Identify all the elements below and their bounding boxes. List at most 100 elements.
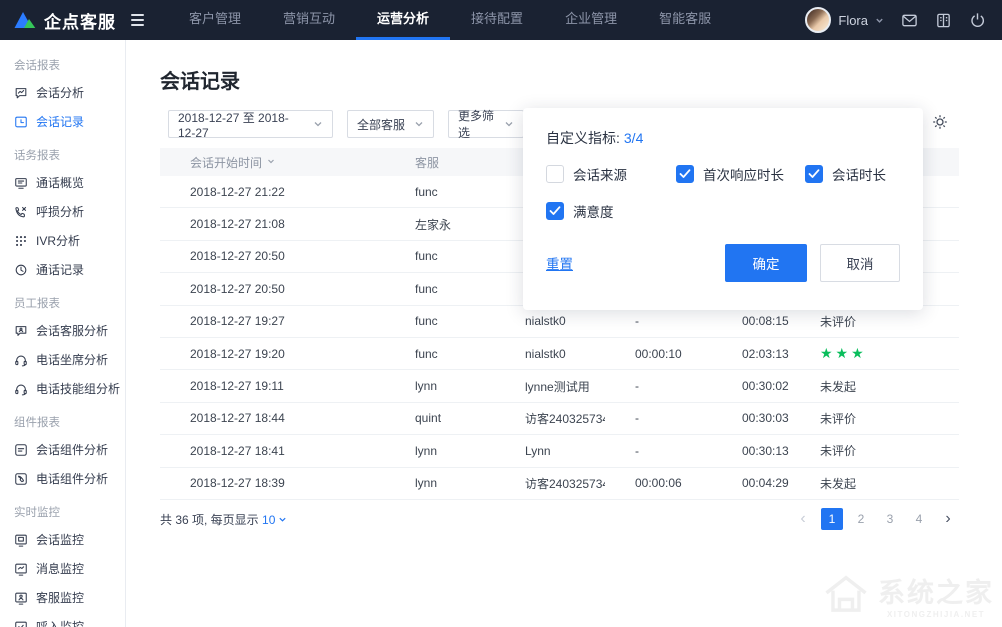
- chevron-down-icon: [504, 119, 514, 129]
- nav-item-5[interactable]: 智能客服: [638, 0, 732, 40]
- pagination-next-button[interactable]: ›: [937, 508, 959, 530]
- sidebar-item[interactable]: 会话组件分析: [0, 435, 125, 464]
- sidebar-item[interactable]: 会话记录: [0, 107, 125, 136]
- metric-option[interactable]: 满意度: [546, 201, 676, 221]
- chat-analysis-icon: [14, 86, 28, 100]
- table-row[interactable]: 2018-12-27 19:11lynnlynne测试用-00:30:02未发起: [160, 370, 959, 402]
- contacts-book-icon[interactable]: [935, 12, 952, 29]
- table-cell: func: [385, 185, 495, 199]
- pagination: ‹ 1234 ›: [792, 508, 959, 530]
- table-row[interactable]: 2018-12-27 19:27funcnialstk0-00:08:15未评价: [160, 306, 959, 338]
- sidebar-item[interactable]: 客服监控: [0, 583, 125, 612]
- mail-icon[interactable]: [901, 12, 918, 29]
- metric-option-label: 首次响应时长: [703, 164, 784, 184]
- checkbox-checked-icon[interactable]: [546, 202, 564, 220]
- sidebar-item[interactable]: 通话记录: [0, 255, 125, 284]
- logout-icon[interactable]: [969, 12, 986, 29]
- cancel-button[interactable]: 取消: [820, 244, 900, 282]
- call-record-icon: [14, 263, 28, 277]
- settings-gear-icon[interactable]: [932, 114, 948, 135]
- date-range-select[interactable]: 2018-12-27 至 2018-12-27: [168, 110, 333, 138]
- table-cell: func: [385, 347, 495, 361]
- sidebar-item[interactable]: 消息监控: [0, 554, 125, 583]
- menu-toggle-icon[interactable]: [127, 10, 148, 30]
- sidebar-item-label: 呼入监控: [36, 618, 84, 627]
- sidebar-section-title: 实时监控: [0, 493, 125, 525]
- total-items-text: 共 36 项, 每页显示: [160, 513, 259, 527]
- sidebar-item[interactable]: 电话坐席分析: [0, 345, 125, 374]
- table-cell: 未评价: [790, 313, 959, 330]
- agent-filter-value: 全部客服: [357, 116, 405, 133]
- pagination-page-4[interactable]: 4: [908, 508, 930, 530]
- metric-option-label: 会话来源: [573, 164, 627, 184]
- headset-icon: [14, 382, 28, 396]
- page-size-select[interactable]: 10: [262, 513, 287, 527]
- table-cell: func: [385, 249, 495, 263]
- table-row[interactable]: 2018-12-27 18:44quint访客2403257344-00:30:…: [160, 403, 959, 435]
- metric-option[interactable]: 会话来源: [546, 164, 676, 184]
- table-cell: ★★★: [790, 345, 959, 362]
- table-row[interactable]: 2018-12-27 18:41lynnLynn-00:30:13未评价: [160, 435, 959, 467]
- checkbox-checked-icon[interactable]: [805, 165, 823, 183]
- sidebar-item[interactable]: 呼入监控: [0, 612, 125, 627]
- sidebar-item[interactable]: 呼损分析: [0, 197, 125, 226]
- call-overview-icon: [14, 176, 28, 190]
- sidebar-item[interactable]: IVR分析: [0, 226, 125, 255]
- sidebar-item[interactable]: 会话客服分析: [0, 316, 125, 345]
- checkbox-unchecked-icon[interactable]: [546, 165, 564, 183]
- brand[interactable]: 企点客服: [0, 8, 116, 33]
- sidebar-item-label: 通话记录: [36, 261, 84, 278]
- metric-option[interactable]: 会话时长: [805, 164, 900, 184]
- table-cell: -: [605, 411, 712, 425]
- chevron-down-icon: [414, 119, 424, 129]
- sidebar-item[interactable]: 会话分析: [0, 78, 125, 107]
- table-header-cell[interactable]: 会话开始时间: [160, 154, 385, 171]
- agent-monitor-icon: [14, 591, 28, 605]
- table-cell: nialstk0: [495, 347, 605, 361]
- avatar[interactable]: [805, 7, 831, 33]
- sidebar: 会话报表会话分析会话记录话务报表通话概览呼损分析IVR分析通话记录员工报表会话客…: [0, 40, 126, 627]
- sidebar-item-label: 会话客服分析: [36, 322, 108, 339]
- reset-link[interactable]: 重置: [546, 253, 573, 273]
- table-cell: func: [385, 282, 495, 296]
- table-cell: quint: [385, 411, 495, 425]
- page-size-value: 10: [262, 513, 275, 527]
- date-range-value: 2018-12-27 至 2018-12-27: [178, 109, 305, 140]
- table-cell: 2018-12-27 21:22: [160, 185, 385, 199]
- nav-item-2[interactable]: 运营分析: [356, 0, 450, 40]
- table-cell: 未评价: [790, 410, 959, 427]
- user-menu[interactable]: Flora: [805, 7, 884, 33]
- agent-filter-select[interactable]: 全部客服: [347, 110, 434, 138]
- metric-option[interactable]: 首次响应时长: [676, 164, 805, 184]
- table-cell: 访客2403257344: [495, 475, 605, 492]
- table-cell: 2018-12-27 19:20: [160, 347, 385, 361]
- pagination-page-1[interactable]: 1: [821, 508, 843, 530]
- more-filters-select[interactable]: 更多筛选: [448, 110, 524, 138]
- sidebar-item[interactable]: 会话监控: [0, 525, 125, 554]
- table-row[interactable]: 2018-12-27 19:20funcnialstk000:00:1002:0…: [160, 338, 959, 370]
- custom-metrics-popover: 自定义指标:3/4 会话来源首次响应时长会话时长满意度 重置 确定 取消: [523, 108, 923, 310]
- nav-item-3[interactable]: 接待配置: [450, 0, 544, 40]
- table-cell: 00:30:03: [712, 411, 790, 425]
- metric-option-label: 满意度: [573, 201, 614, 221]
- sidebar-item[interactable]: 电话组件分析: [0, 464, 125, 493]
- nav-item-4[interactable]: 企业管理: [544, 0, 638, 40]
- table-row[interactable]: 2018-12-27 18:39lynn访客240325734400:00:06…: [160, 468, 959, 500]
- sidebar-item[interactable]: 通话概览: [0, 168, 125, 197]
- table-cell: 2018-12-27 20:50: [160, 249, 385, 263]
- pagination-page-2[interactable]: 2: [850, 508, 872, 530]
- sidebar-section-title: 话务报表: [0, 136, 125, 168]
- nav-item-0[interactable]: 客户管理: [168, 0, 262, 40]
- confirm-button[interactable]: 确定: [725, 244, 807, 282]
- nav-item-1[interactable]: 营销互动: [262, 0, 356, 40]
- checkbox-checked-icon[interactable]: [676, 165, 694, 183]
- sidebar-item-label: IVR分析: [36, 232, 80, 249]
- inbound-monitor-icon: [14, 620, 28, 627]
- sidebar-item[interactable]: 电话技能组分析: [0, 374, 125, 403]
- pagination-page-3[interactable]: 3: [879, 508, 901, 530]
- sidebar-item-label: 会话分析: [36, 84, 84, 101]
- page-title: 会话记录: [160, 65, 1002, 94]
- headset-icon: [14, 353, 28, 367]
- pagination-prev-button[interactable]: ‹: [792, 508, 814, 530]
- chevron-down-icon: [313, 119, 323, 129]
